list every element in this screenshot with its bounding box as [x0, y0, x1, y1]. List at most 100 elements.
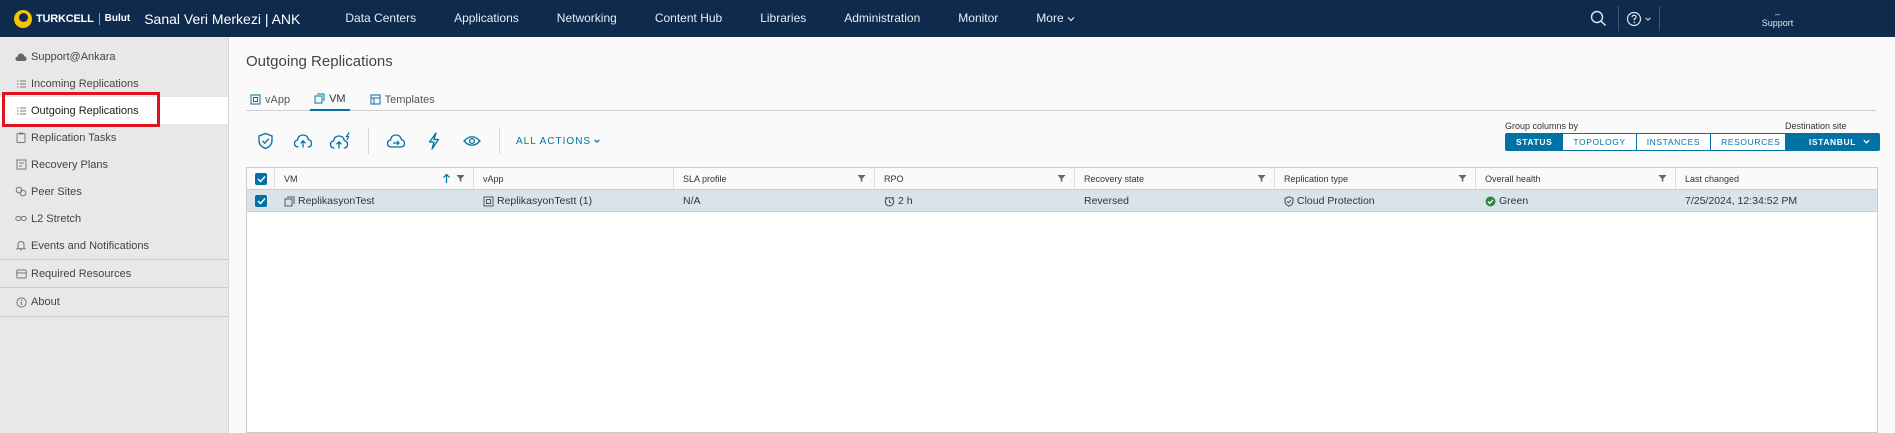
user-menu[interactable]: – Support — [1660, 0, 1895, 37]
top-header: TURKCELL Bulut Sanal Veri Merkezi | ANK … — [0, 0, 1895, 37]
nav-content-hub[interactable]: Content Hub — [636, 0, 741, 37]
column-header-overall-health[interactable]: Overall health — [1476, 168, 1676, 190]
nav-administration[interactable]: Administration — [825, 0, 939, 37]
filter-icon[interactable] — [1658, 174, 1667, 183]
sidebar-item-required-resources[interactable]: Required Resources — [0, 259, 228, 288]
chevron-down-icon — [594, 139, 600, 143]
destination-site-dropdown[interactable]: ISTANBUL — [1785, 133, 1880, 151]
tab-vm[interactable]: VM — [310, 88, 350, 111]
list-icon — [15, 105, 27, 117]
nav-monitor[interactable]: Monitor — [939, 0, 1017, 37]
nav-more-menu[interactable]: More — [1017, 0, 1094, 37]
brand-name: TURKCELL — [36, 12, 94, 25]
cell-vm: ReplikasyonTest — [275, 190, 474, 212]
column-header-recovery-state[interactable]: Recovery state — [1075, 168, 1275, 190]
brand-logo[interactable]: TURKCELL Bulut — [0, 0, 130, 37]
column-label: Recovery state — [1084, 174, 1145, 184]
filter-icon[interactable] — [857, 174, 866, 183]
recovery-state-value: Reversed — [1084, 195, 1129, 207]
filter-icon[interactable] — [1057, 174, 1066, 183]
column-header-vm[interactable]: VM — [275, 168, 474, 190]
tab-label: Templates — [384, 93, 435, 106]
info-icon — [15, 296, 27, 308]
filter-icon[interactable] — [1458, 174, 1467, 183]
column-label: Last changed — [1685, 174, 1740, 184]
sort-ascending-icon[interactable] — [442, 173, 451, 184]
chevron-down-icon — [1067, 16, 1075, 21]
all-actions-dropdown[interactable]: ALL ACTIONS — [508, 136, 601, 147]
table-row[interactable]: ReplikasyonTest ReplikasyonTestt (1) N/A… — [247, 190, 1877, 212]
sidebar-item-about[interactable]: About — [0, 288, 228, 317]
view-details-button[interactable] — [453, 125, 491, 157]
group-by-resources-button[interactable]: RESOURCES — [1711, 134, 1791, 150]
vm-name[interactable]: ReplikasyonTest — [298, 195, 374, 207]
group-columns-control: Group columns by STATUS TOPOLOGY INSTANC… — [1505, 121, 1792, 151]
failover-button[interactable] — [322, 125, 360, 157]
brand-divider — [98, 12, 100, 25]
sidebar-item-support-ankara[interactable]: Support@Ankara — [0, 43, 228, 70]
replication-type-value: Cloud Protection — [1297, 195, 1375, 207]
help-menu-button[interactable] — [1619, 0, 1659, 37]
vapp-name[interactable]: ReplikasyonTestt (1) — [497, 195, 592, 207]
replications-grid: VM vApp SLA profile RPO Recovery state R… — [246, 167, 1878, 433]
sidebar-item-label: Required Resources — [31, 267, 132, 280]
destination-site-value: ISTANBUL — [1808, 137, 1857, 147]
sidebar-item-events-notifications[interactable]: Events and Notifications — [0, 232, 228, 259]
tab-vapp[interactable]: vApp — [246, 88, 294, 111]
migrate-button[interactable] — [284, 125, 322, 157]
filter-icon[interactable] — [1257, 174, 1266, 183]
nav-networking[interactable]: Networking — [538, 0, 636, 37]
main-nav: Data Centers Applications Networking Con… — [326, 0, 1094, 37]
group-by-topology-button[interactable]: TOPOLOGY — [1563, 134, 1637, 150]
vapp-icon — [250, 94, 261, 105]
clock-icon — [884, 196, 895, 207]
row-checkbox[interactable] — [255, 195, 267, 207]
cloud-sync-icon — [386, 134, 406, 148]
sla-value: N/A — [683, 195, 701, 207]
cloud-icon — [15, 51, 27, 63]
tab-templates[interactable]: Templates — [366, 88, 439, 111]
group-by-instances-button[interactable]: INSTANCES — [1636, 134, 1712, 150]
toolbar-divider — [499, 128, 500, 154]
column-header-rpo[interactable]: RPO — [875, 168, 1075, 190]
select-all-checkbox[interactable] — [255, 173, 267, 185]
column-label: VM — [284, 174, 298, 184]
sidebar-item-recovery-plans[interactable]: Recovery Plans — [0, 151, 228, 178]
user-name: Support — [1761, 17, 1794, 28]
search-button[interactable] — [1578, 0, 1618, 37]
sidebar-item-peer-sites[interactable]: Peer Sites — [0, 178, 228, 205]
clipboard-icon — [15, 132, 27, 144]
sidebar-item-outgoing-replications[interactable]: Outgoing Replications — [0, 97, 228, 124]
sidebar-item-l2-stretch[interactable]: L2 Stretch — [0, 205, 228, 232]
column-header-vapp[interactable]: vApp — [474, 168, 674, 190]
nav-data-centers[interactable]: Data Centers — [326, 0, 435, 37]
search-icon — [1590, 10, 1606, 27]
sidebar-item-label: About — [31, 296, 60, 308]
sync-button[interactable] — [415, 125, 453, 157]
grid-header: VM vApp SLA profile RPO Recovery state R… — [247, 168, 1877, 190]
sidebar-item-incoming-replications[interactable]: Incoming Replications — [0, 70, 228, 97]
filter-icon[interactable] — [456, 174, 465, 183]
sidebar-item-label: Outgoing Replications — [31, 104, 139, 117]
row-select-cell — [247, 190, 275, 212]
protect-button[interactable] — [246, 125, 284, 157]
nav-applications[interactable]: Applications — [435, 0, 538, 37]
app-title: Sanal Veri Merkezi | ANK — [144, 10, 301, 27]
cell-last-changed: 7/25/2024, 12:34:52 PM — [1676, 190, 1877, 212]
destination-site-label: Destination site — [1785, 121, 1847, 131]
column-header-replication-type[interactable]: Replication type — [1275, 168, 1476, 190]
eye-icon — [463, 136, 481, 146]
group-by-status-button[interactable]: STATUS — [1506, 134, 1564, 150]
sidebar: Support@Ankara Incoming Replications Out… — [0, 37, 229, 433]
chevron-down-icon — [1863, 139, 1870, 144]
actions-toolbar: ALL ACTIONS — [246, 125, 601, 157]
nav-libraries[interactable]: Libraries — [741, 0, 825, 37]
chevron-down-icon — [1645, 16, 1651, 21]
view-tabs: vApp VM Templates — [246, 88, 1876, 111]
last-changed-value: 7/25/2024, 12:34:52 PM — [1685, 195, 1798, 207]
column-header-sla-profile[interactable]: SLA profile — [674, 168, 875, 190]
column-header-last-changed[interactable]: Last changed — [1676, 168, 1877, 190]
test-failover-button[interactable] — [377, 125, 415, 157]
main-content: Outgoing Replications vApp VM Templates — [229, 37, 1895, 433]
sidebar-item-replication-tasks[interactable]: Replication Tasks — [0, 124, 228, 151]
